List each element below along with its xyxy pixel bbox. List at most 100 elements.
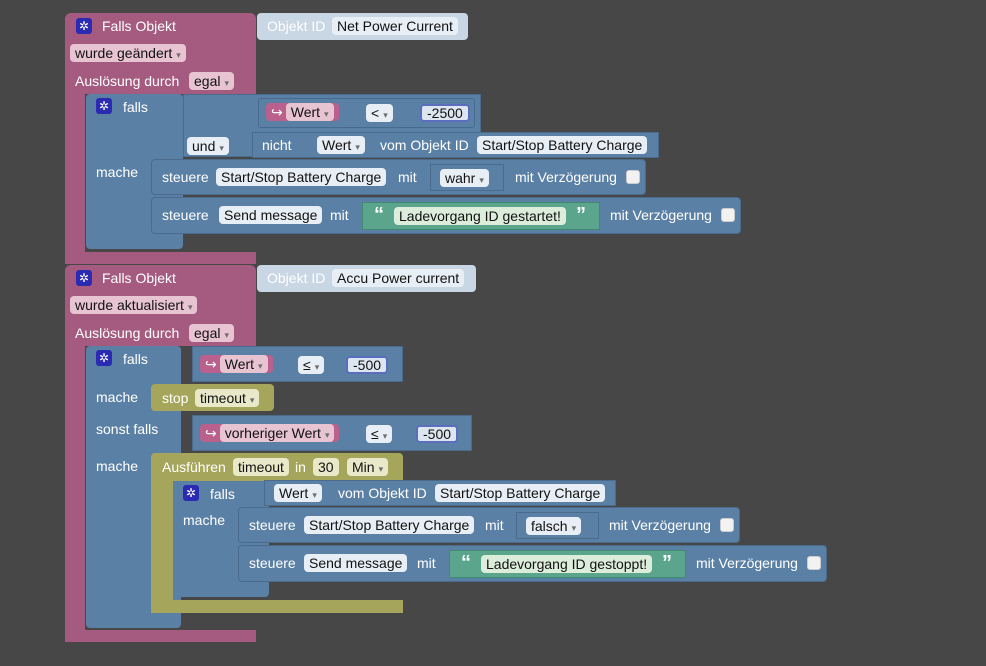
with-label: mit: [485, 517, 504, 533]
number-value[interactable]: -500: [346, 356, 389, 374]
from-object-value[interactable]: Start/Stop Battery Charge: [435, 484, 606, 502]
from-object-value[interactable]: Start/Stop Battery Charge: [477, 136, 648, 154]
gear-icon[interactable]: ✲: [76, 18, 92, 34]
do-label: mache: [183, 512, 226, 528]
operator-dropdown-1[interactable]: < ▾: [366, 104, 393, 122]
gear-icon[interactable]: ✲: [183, 485, 199, 501]
control-target[interactable]: Start/Stop Battery Charge: [304, 516, 475, 534]
timeout-block-spine: [151, 478, 173, 602]
dropdown-arrow-icon: ▾: [176, 50, 181, 60]
trigger-header-label: Falls Objekt: [102, 18, 176, 34]
if-label: falls: [123, 351, 148, 367]
with-label: mit: [417, 555, 436, 571]
if-label: falls: [210, 486, 235, 502]
prev-wert-dropdown[interactable]: vorheriger Wert ▾: [219, 424, 335, 442]
in-label: in: [295, 459, 306, 475]
control-label: steuere: [249, 555, 296, 571]
object-id-label: Objekt ID: [267, 270, 326, 286]
dropdown-arrow-icon: ▾: [479, 175, 484, 185]
operator-dropdown[interactable]: ≤ ▾: [298, 356, 325, 374]
trigger-block-2-spine: [65, 342, 85, 632]
text-value[interactable]: Ladevorgang ID gestartet!: [394, 207, 566, 225]
trigger-block-1-bottom: [65, 252, 256, 264]
variable-arrow-icon: ↪: [271, 104, 283, 120]
dropdown-arrow-icon: ▾: [224, 78, 229, 88]
object-id-value[interactable]: Net Power Current: [332, 17, 458, 35]
from-object-label: vom Objekt ID: [380, 137, 469, 153]
change-mode-dropdown[interactable]: wurde aktualisiert ▾: [70, 296, 198, 314]
timeout-unit-dropdown[interactable]: Min ▾: [347, 458, 389, 476]
delay-checkbox[interactable]: [626, 170, 640, 184]
delay-label: mit Verzögerung: [696, 555, 798, 571]
variable-prev-wert[interactable]: ↪ vorheriger Wert ▾: [200, 424, 340, 442]
change-mode-value: wurde geändert: [75, 45, 173, 61]
dropdown-arrow-icon: ▾: [187, 302, 193, 312]
gear-icon[interactable]: ✲: [96, 350, 112, 366]
quote-close-icon: ”: [576, 204, 586, 226]
dropdown-arrow-icon: ▾: [324, 109, 329, 119]
dropdown-arrow-icon: ▾: [378, 464, 384, 474]
timeout-name-dropdown[interactable]: timeout ▾: [195, 389, 260, 407]
dropdown-arrow-icon: ▾: [571, 523, 577, 533]
dropdown-arrow-icon: ▾: [324, 430, 330, 440]
dropdown-arrow-icon: ▾: [312, 490, 317, 500]
delay-checkbox[interactable]: [720, 518, 734, 532]
control-label: steuere: [162, 169, 209, 185]
dropdown-arrow-icon: ▾: [258, 361, 263, 371]
control-target[interactable]: Send message: [219, 206, 323, 224]
if-label: falls: [123, 99, 148, 115]
wert-dropdown[interactable]: Wert ▾: [285, 103, 334, 121]
object-id-label: Objekt ID: [267, 18, 326, 34]
bool-dropdown[interactable]: falsch ▾: [526, 517, 582, 535]
dropdown-arrow-icon: ▾: [224, 330, 229, 340]
number-value-1[interactable]: -2500: [420, 104, 470, 122]
timeout-amount[interactable]: 30: [313, 458, 339, 476]
timeout-block-bottom: [151, 600, 403, 613]
dropdown-arrow-icon: ▾: [314, 362, 320, 372]
execute-label: Ausführen: [162, 459, 226, 475]
variable-wert[interactable]: ↪ Wert ▾: [200, 355, 273, 373]
quote-close-icon: ”: [662, 552, 672, 574]
delay-label: mit Verzögerung: [610, 207, 712, 223]
variable-arrow-icon: ↪: [205, 356, 217, 372]
delay-label: mit Verzögerung: [515, 169, 617, 185]
trigger-by-dropdown[interactable]: egal ▾: [189, 324, 234, 342]
do-label: mache: [96, 458, 139, 474]
timeout-name-field[interactable]: timeout: [233, 458, 289, 476]
object-id-value[interactable]: Accu Power current: [332, 269, 465, 287]
control-target[interactable]: Start/Stop Battery Charge: [216, 168, 387, 186]
trigger-block-2-bottom: [65, 630, 256, 642]
state-var-dropdown[interactable]: Wert ▾: [317, 136, 365, 154]
delay-label: mit Verzögerung: [609, 517, 711, 533]
with-label: mit: [398, 169, 417, 185]
trigger-by-value: egal: [194, 73, 221, 89]
wert-dropdown[interactable]: Wert ▾: [219, 355, 268, 373]
control-label: steuere: [162, 207, 209, 223]
delay-checkbox[interactable]: [721, 208, 735, 222]
gear-icon[interactable]: ✲: [76, 270, 92, 286]
with-label: mit: [330, 207, 349, 223]
variable-wert-1[interactable]: ↪ Wert ▾: [266, 103, 339, 121]
control-label: steuere: [249, 517, 296, 533]
quote-open-icon: “: [461, 552, 471, 574]
trigger-by-label: Auslösung durch: [75, 73, 180, 89]
object-id-block[interactable]: Objekt ID Net Power Current: [257, 13, 468, 40]
change-mode-dropdown[interactable]: wurde geändert ▾: [70, 44, 186, 62]
do-label: mache: [96, 164, 139, 180]
do-label: mache: [96, 389, 139, 405]
text-value[interactable]: Ladevorgang ID gestoppt!: [481, 555, 653, 573]
operator-dropdown[interactable]: ≤ ▾: [366, 425, 393, 443]
delay-checkbox[interactable]: [807, 556, 821, 570]
trigger-block-1-spine: [65, 90, 85, 255]
logic-op-dropdown[interactable]: und ▾: [187, 137, 229, 155]
stop-label: stop: [162, 390, 189, 406]
gear-icon[interactable]: ✲: [96, 98, 112, 114]
object-id-block[interactable]: Objekt ID Accu Power current: [257, 265, 476, 292]
variable-arrow-icon: ↪: [205, 425, 217, 441]
state-var-dropdown[interactable]: Wert ▾: [274, 484, 322, 502]
dropdown-arrow-icon: ▾: [355, 142, 360, 152]
bool-dropdown[interactable]: wahr ▾: [440, 169, 489, 187]
number-value[interactable]: -500: [416, 425, 459, 443]
control-target[interactable]: Send message: [304, 554, 408, 572]
trigger-by-dropdown[interactable]: egal ▾: [189, 72, 234, 90]
